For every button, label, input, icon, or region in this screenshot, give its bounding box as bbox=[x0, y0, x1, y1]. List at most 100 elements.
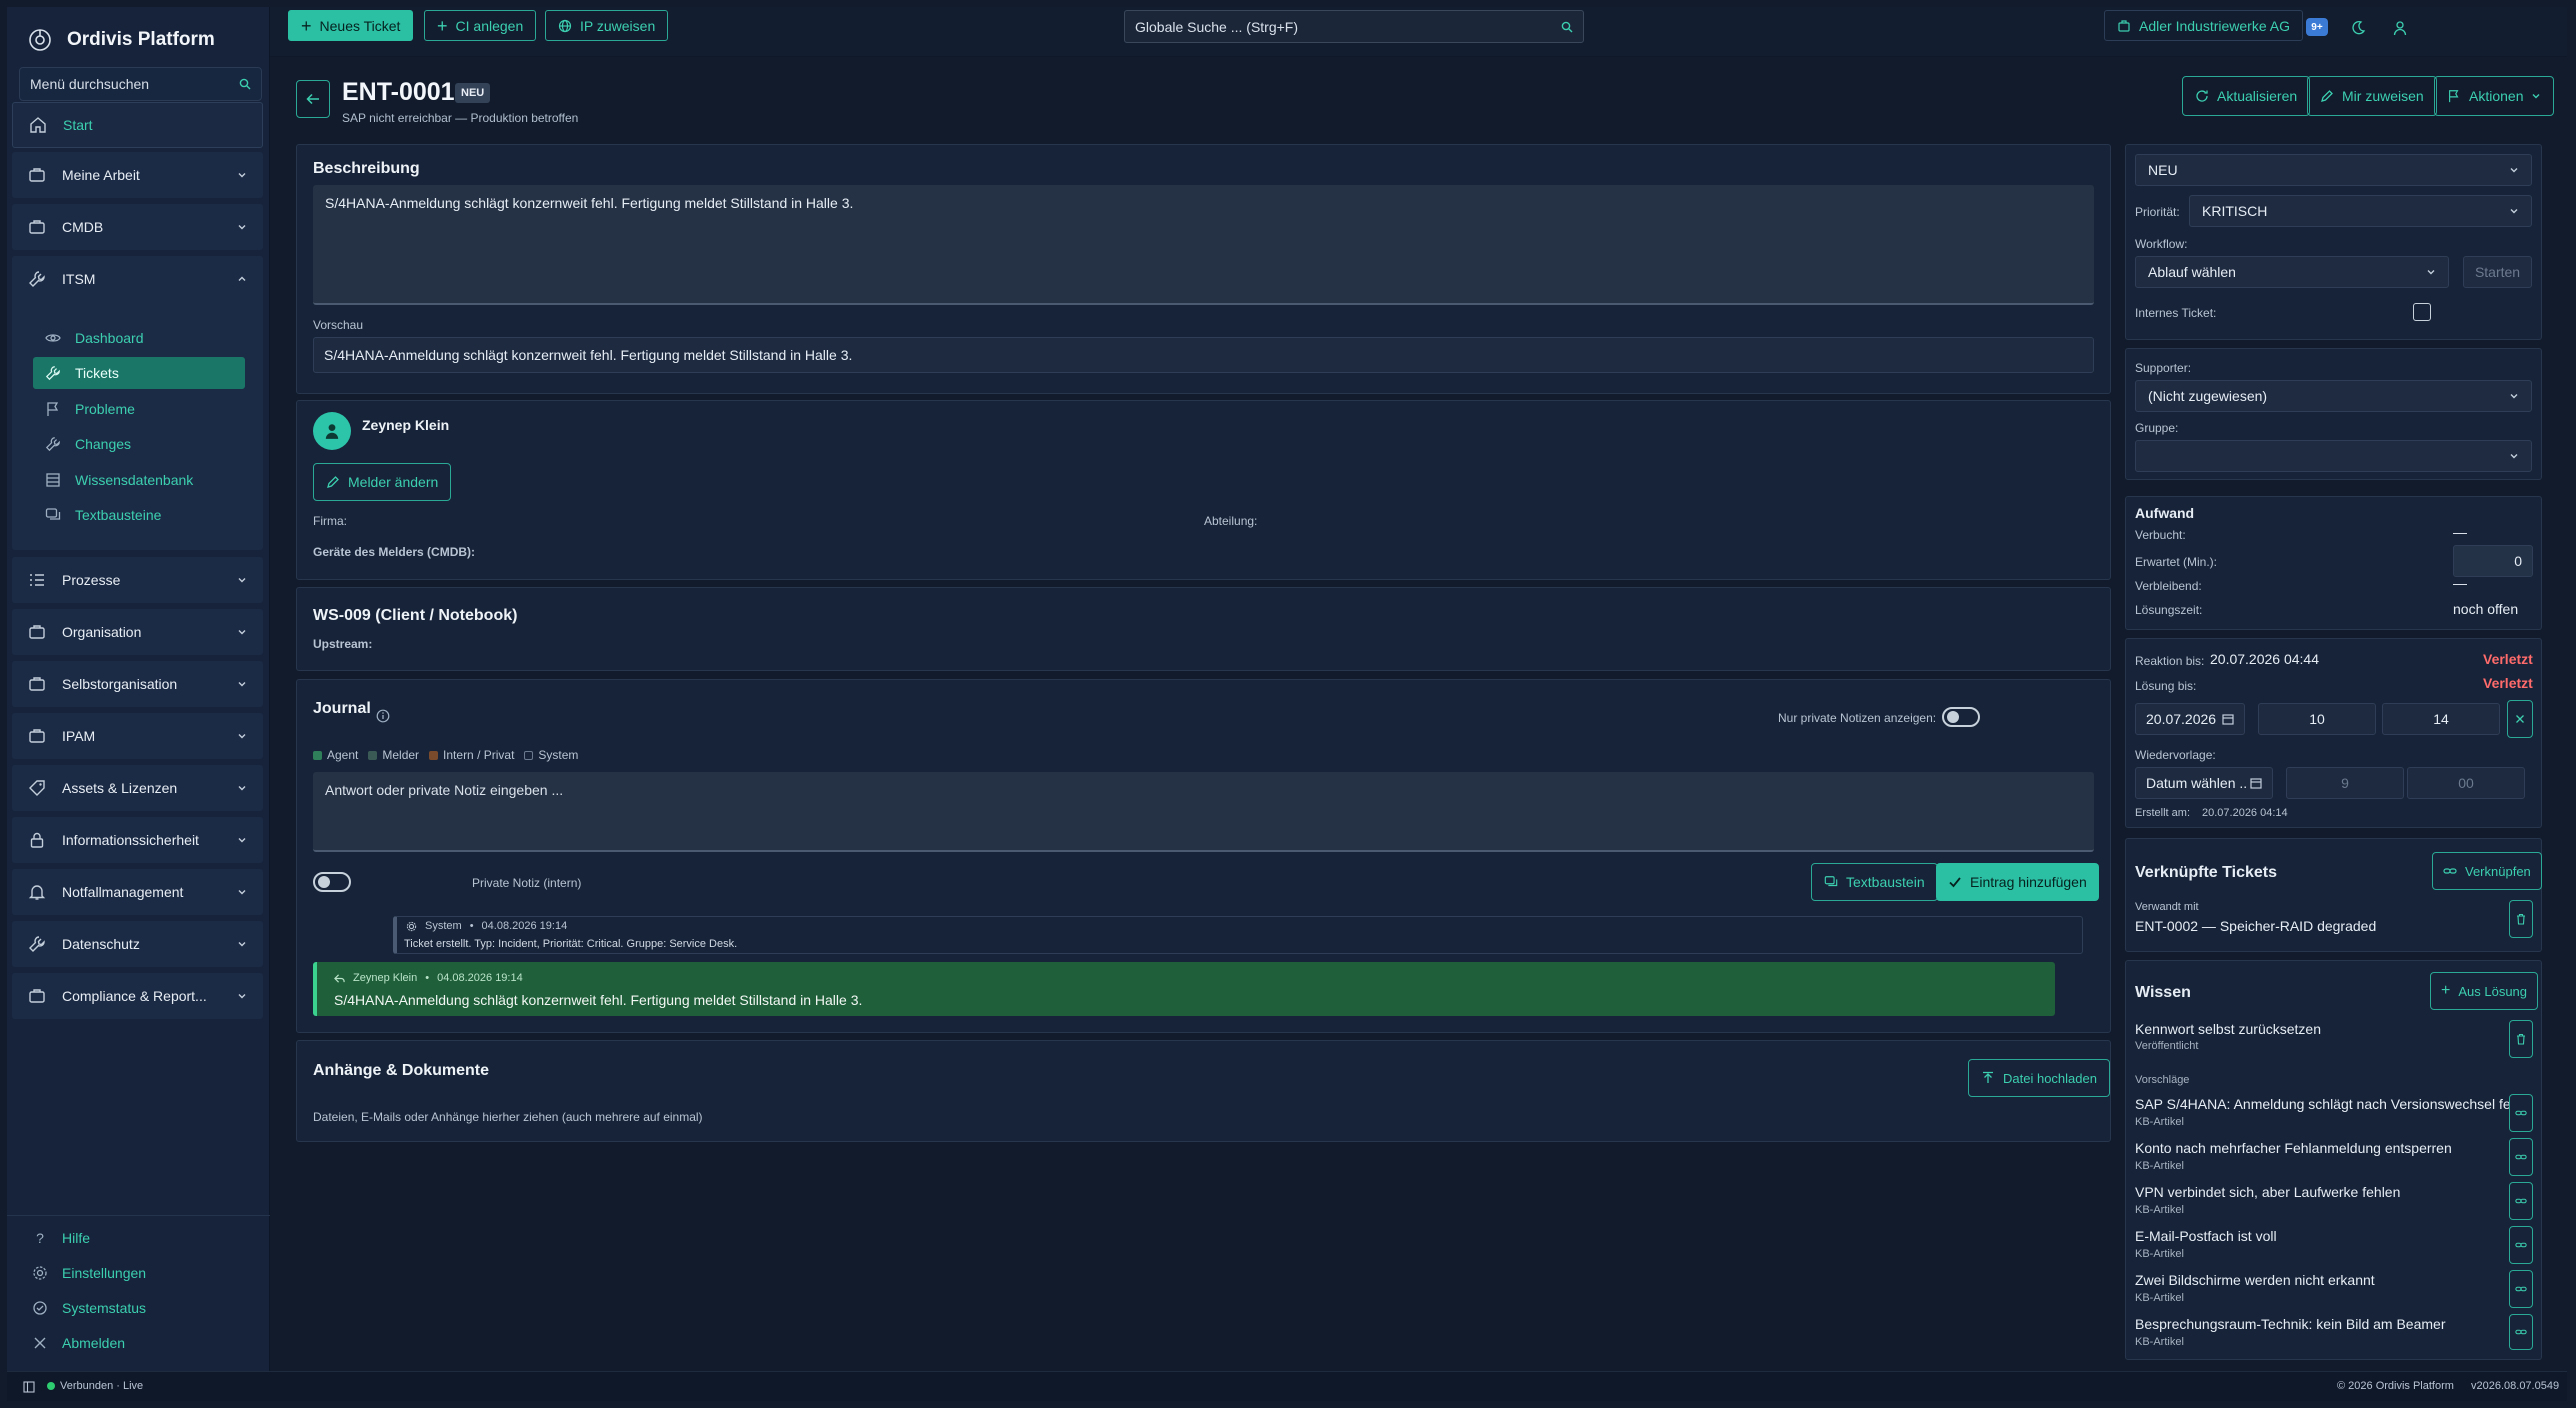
add-entry-button[interactable]: Eintrag hinzufügen bbox=[1936, 863, 2099, 901]
solution-date-input[interactable]: 20.07.2026 bbox=[2135, 703, 2245, 735]
legend-melder: Melder bbox=[368, 748, 419, 762]
clear-solution-date-button[interactable] bbox=[2507, 700, 2533, 738]
sidebar-systemstatus[interactable]: Systemstatus bbox=[32, 1300, 146, 1316]
assign-me-button[interactable]: Mir zuweisen bbox=[2307, 76, 2437, 116]
sidebar-section-itsm[interactable]: ITSM bbox=[12, 256, 263, 302]
resubmit-date-placeholder: Datum wählen .. bbox=[2146, 775, 2248, 791]
sidebar-item-wissensdatenbank[interactable]: Wissensdatenbank bbox=[33, 464, 245, 496]
link-kb-button[interactable] bbox=[2509, 1270, 2533, 1308]
start-workflow-button[interactable]: Starten bbox=[2463, 256, 2532, 288]
sidebar-help[interactable]: ? Hilfe bbox=[32, 1230, 90, 1246]
sidebar-section-assets-lizenzen[interactable]: Assets & Lizenzen bbox=[12, 765, 263, 811]
resubmit-hour-input[interactable]: 9 bbox=[2286, 767, 2404, 799]
journal-input[interactable]: Antwort oder private Notiz eingeben ... bbox=[313, 772, 2094, 852]
kb-suggestion-title[interactable]: Konto nach mehrfacher Fehlanmeldung ents… bbox=[2135, 1140, 2510, 1156]
priority-select[interactable]: KRITISCH bbox=[2189, 195, 2532, 227]
private-filter-toggle[interactable] bbox=[1942, 707, 1980, 727]
company-selector[interactable]: Adler Industriewerke AG bbox=[2104, 10, 2303, 41]
sidebar-section-organisation[interactable]: Organisation bbox=[12, 609, 263, 655]
sidebar-section-cmdb[interactable]: CMDB bbox=[12, 204, 263, 250]
supporter-select[interactable]: (Nicht zugewiesen) bbox=[2135, 380, 2532, 412]
moon-icon[interactable] bbox=[2350, 20, 2366, 36]
upload-file-button[interactable]: Datei hochladen bbox=[1968, 1059, 2110, 1097]
solution-hour-input[interactable]: 10 bbox=[2258, 703, 2376, 735]
legend-system-swatch bbox=[524, 750, 534, 760]
new-ticket-button[interactable]: + Neues Ticket bbox=[288, 10, 414, 41]
sidebar-section-selbstorganisation[interactable]: Selbstorganisation bbox=[12, 661, 263, 707]
sidebar-section-prozesse[interactable]: Prozesse bbox=[12, 557, 263, 603]
reaction-label: Reaktion bis: bbox=[2135, 654, 2205, 668]
from-solution-button[interactable]: + Aus Lösung bbox=[2430, 972, 2539, 1010]
sidebar-section-ipam[interactable]: IPAM bbox=[12, 713, 263, 759]
kb-suggestion-title[interactable]: SAP S/4HANA: Anmeldung schlägt nach Vers… bbox=[2135, 1096, 2510, 1112]
sidebar-item-tickets[interactable]: Tickets bbox=[33, 357, 245, 389]
resubmit-minute-input[interactable]: 00 bbox=[2407, 767, 2525, 799]
sidebar-section-meine-arbeit[interactable]: Meine Arbeit bbox=[12, 152, 263, 198]
link-kb-button[interactable] bbox=[2509, 1138, 2533, 1176]
description-textarea[interactable]: S/4HANA-Anmeldung schlägt konzernweit fe… bbox=[313, 185, 2094, 305]
solution-minute-input[interactable]: 14 bbox=[2382, 703, 2500, 735]
sidebar-section-informationssicherheit[interactable]: Informationssicherheit bbox=[12, 817, 263, 863]
menu-search-input[interactable]: Menü durchsuchen bbox=[19, 67, 262, 101]
sidebar-item-start[interactable]: Start bbox=[12, 102, 263, 148]
effort-expected-input[interactable]: 0 bbox=[2453, 545, 2533, 577]
kb-suggestion-title[interactable]: Besprechungsraum-Technik: kein Bild am B… bbox=[2135, 1316, 2510, 1332]
sidebar-logout[interactable]: Abmelden bbox=[32, 1335, 125, 1351]
ip-assign-button[interactable]: IP zuweisen bbox=[545, 10, 669, 41]
sidebar-item-label: Changes bbox=[75, 436, 132, 452]
sidebar-section-compliance[interactable]: Compliance & Report... bbox=[12, 973, 263, 1019]
kb-suggestion-title[interactable]: VPN verbindet sich, aber Laufwerke fehle… bbox=[2135, 1184, 2510, 1200]
sidebar-settings[interactable]: Einstellungen bbox=[32, 1265, 146, 1281]
change-reporter-button[interactable]: Melder ändern bbox=[313, 463, 452, 501]
sidebar-item-textbausteine[interactable]: Textbausteine bbox=[33, 499, 245, 531]
briefcase-icon bbox=[29, 989, 45, 1003]
group-select[interactable] bbox=[2135, 440, 2532, 472]
globe-icon bbox=[558, 19, 572, 32]
workflow-select[interactable]: Ablauf wählen bbox=[2135, 256, 2449, 288]
workflow-select-value: Ablauf wählen bbox=[2148, 264, 2236, 280]
link-kb-button[interactable] bbox=[2509, 1182, 2533, 1220]
brand-logo-icon bbox=[29, 29, 51, 51]
status-select[interactable]: NEU bbox=[2135, 154, 2532, 186]
sidebar-section-notfallmanagement[interactable]: Notfallmanagement bbox=[12, 869, 263, 915]
user-icon[interactable] bbox=[2392, 20, 2408, 36]
resubmit-date-input[interactable]: Datum wählen .. bbox=[2135, 767, 2273, 799]
legend-melder-label: Melder bbox=[382, 748, 420, 762]
sidebar-systemstatus-label: Systemstatus bbox=[62, 1300, 147, 1316]
linked-kb-title[interactable]: Kennwort selbst zurücksetzen bbox=[2135, 1021, 2510, 1037]
trash-icon bbox=[2517, 1033, 2525, 1045]
link-ticket-button[interactable]: Verknüpfen bbox=[2432, 852, 2542, 890]
journal-entry-system-text: Ticket erstellt. Typ: Incident, Prioritä… bbox=[404, 938, 738, 950]
sidebar-toggle-icon[interactable] bbox=[23, 1381, 35, 1393]
private-note-toggle[interactable] bbox=[313, 872, 351, 892]
notification-badge[interactable]: 9+ bbox=[2306, 18, 2328, 36]
kb-suggestion-title[interactable]: Zwei Bildschirme werden nicht erkannt bbox=[2135, 1272, 2510, 1288]
actions-button[interactable]: Aktionen bbox=[2434, 76, 2555, 116]
kb-suggestion-title[interactable]: E-Mail-Postfach ist voll bbox=[2135, 1228, 2510, 1244]
textbaustein-button[interactable]: Textbaustein bbox=[1811, 863, 1938, 901]
refresh-button[interactable]: Aktualisieren bbox=[2182, 76, 2311, 116]
brand[interactable]: Ordivis Platform bbox=[27, 23, 215, 57]
knowledge-title: Wissen bbox=[2135, 984, 2191, 1001]
back-button[interactable] bbox=[296, 80, 330, 118]
supporter-select-value: (Nicht zugewiesen) bbox=[2148, 388, 2268, 404]
link-kb-button[interactable] bbox=[2509, 1226, 2533, 1264]
sidebar-item-probleme[interactable]: Probleme bbox=[33, 393, 245, 425]
internal-ticket-checkbox[interactable] bbox=[2413, 303, 2431, 321]
sidebar-item-changes[interactable]: Changes bbox=[33, 428, 245, 460]
chevron-down-icon bbox=[238, 578, 246, 583]
unlink-ticket-button[interactable] bbox=[2509, 900, 2533, 938]
linked-ticket[interactable]: ENT-0002 — Speicher-RAID degraded bbox=[2135, 918, 2376, 934]
sidebar-section-datenschutz[interactable]: Datenschutz bbox=[12, 921, 263, 967]
sidebar-logout-label: Abmelden bbox=[62, 1335, 126, 1351]
sidebar-item-dashboard[interactable]: Dashboard bbox=[33, 322, 245, 354]
remove-kb-button[interactable] bbox=[2509, 1020, 2533, 1058]
info-icon[interactable] bbox=[376, 709, 390, 723]
sidebar-item-label: Prozesse bbox=[62, 572, 121, 588]
ci-create-button[interactable]: + CI anlegen bbox=[424, 10, 537, 41]
sidebar-item-label: Assets & Lizenzen bbox=[62, 780, 178, 796]
legend-agent-swatch bbox=[313, 750, 322, 760]
link-kb-button[interactable] bbox=[2509, 1314, 2533, 1350]
link-kb-button[interactable] bbox=[2509, 1094, 2533, 1132]
global-search-input[interactable]: Globale Suche ... (Strg+F) bbox=[1124, 10, 1584, 43]
